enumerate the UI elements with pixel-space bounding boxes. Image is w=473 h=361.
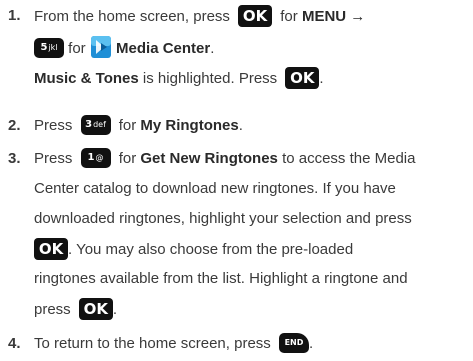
step-text: for <box>118 117 137 134</box>
step-number: 1. <box>8 7 21 24</box>
key-5-icon: 5jkl <box>34 38 64 58</box>
step-3-line-1: Press 1@ for Get New Ringtones to access… <box>34 148 416 171</box>
step-number: 2. <box>8 117 21 134</box>
step-text: is highlighted. Press <box>142 69 278 87</box>
step-text: for <box>118 150 137 167</box>
step-text: To return to the home screen, press <box>34 335 271 352</box>
step-text: for <box>280 7 298 25</box>
key-3-icon: 3def <box>80 115 111 136</box>
step-3-line-5: ringtones available from the list. Highl… <box>34 270 408 287</box>
end-key-icon: END <box>278 333 309 354</box>
step-text: Press <box>34 150 73 167</box>
menu-label: MENU <box>301 7 347 25</box>
step-number: 4. <box>8 335 21 352</box>
ok-key-icon: OK <box>78 298 113 320</box>
ok-key-icon: OK <box>34 238 68 260</box>
get-new-ringtones-label: Get New Ringtones <box>140 150 278 167</box>
step-4-line-1: To return to the home screen, press END. <box>34 333 314 354</box>
key-1-icon: 1@ <box>80 148 111 169</box>
step-1-line-3: Music & Tones is highlighted. Press OK. <box>34 67 324 89</box>
step-number: 3. <box>8 150 21 167</box>
my-ringtones-label: My Ringtones <box>140 117 239 134</box>
step-1-line-2: 5jkl for Media Center. <box>34 35 214 59</box>
step-text: . You may also choose from the pre-loade… <box>68 240 354 258</box>
step-3-line-3: downloaded ringtones, highlight your sel… <box>34 210 412 227</box>
step-3-line-2: Center catalog to download new ringtones… <box>34 180 396 197</box>
music-tones-label: Music & Tones <box>34 69 139 87</box>
step-3-line-6: press OK. <box>34 298 118 320</box>
media-center-label: Media Center <box>116 39 211 57</box>
step-text: for <box>68 39 86 57</box>
step-text: Press <box>34 117 73 134</box>
step-text: press <box>34 300 71 318</box>
step-3-line-4: OK. You may also choose from the pre-loa… <box>34 238 354 261</box>
step-text: From the home screen, press <box>34 7 230 25</box>
ok-key-icon: OK <box>238 5 273 27</box>
step-2-line-1: Press 3def for My Ringtones. <box>34 115 243 136</box>
step-1-line-1: From the home screen, press OK for MENU … <box>34 5 366 28</box>
ok-key-icon: OK <box>285 67 320 89</box>
step-text: to access the Media <box>282 150 416 167</box>
media-center-icon <box>90 35 112 59</box>
arrow-icon: → <box>350 7 366 25</box>
